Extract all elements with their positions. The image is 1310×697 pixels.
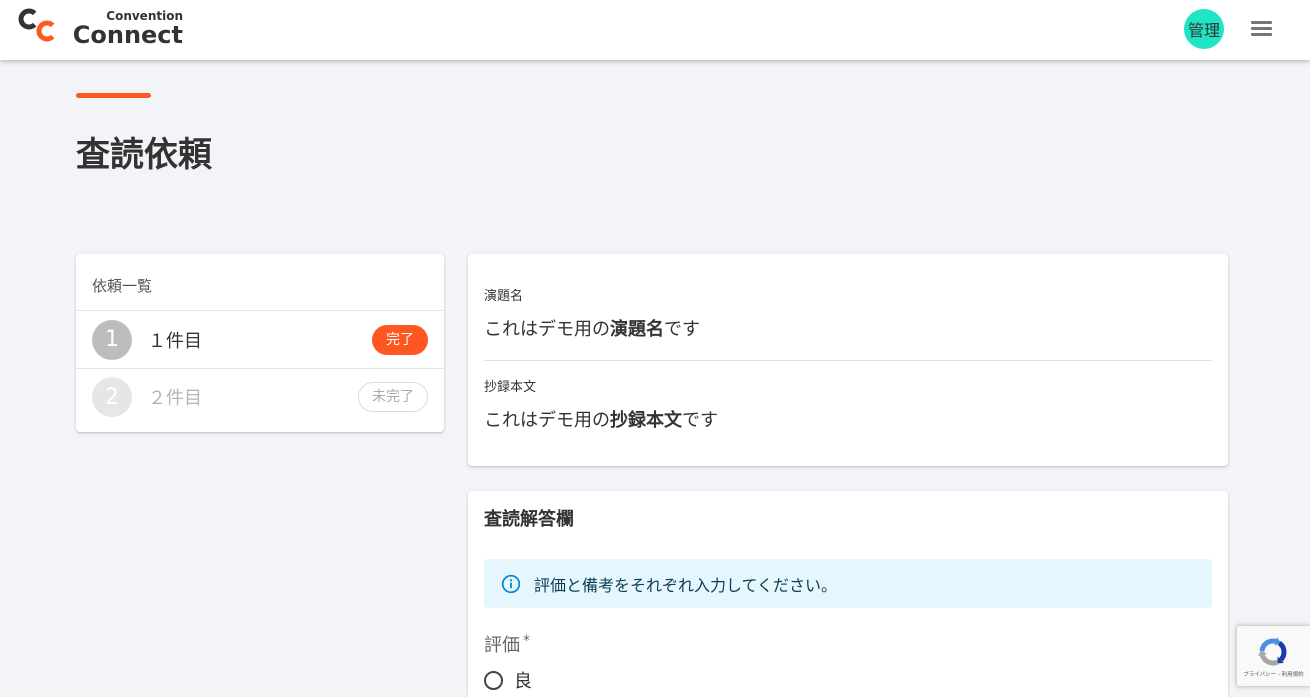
logo-wordmark: Convention Connect: [71, 9, 183, 47]
value-prefix: これはデモ用の: [484, 410, 610, 431]
abstract-body-section: 抄録本文 これはデモ用の抄録本文です: [484, 361, 1212, 435]
item-number-avatar: 2: [92, 377, 132, 417]
page-title: 査読依頼: [76, 135, 212, 175]
recaptcha-badge: プライバシー - 利用規約: [1237, 626, 1310, 686]
info-icon: [501, 574, 521, 593]
logo-mark-icon: [18, 8, 55, 42]
review-form-card: 査読解答欄 評価と備考をそれぞれ入力してください。 評価 * 良: [468, 491, 1228, 697]
abstract-body-value: これはデモ用の抄録本文です: [484, 407, 1212, 435]
menu-line: [1251, 33, 1272, 36]
menu-line: [1251, 21, 1272, 24]
rating-label-text: 評価: [484, 635, 520, 656]
rating-option-good[interactable]: 良: [484, 668, 1212, 692]
request-list-card: 依頼一覧 1 １件目 完了 2 ２件目 未完了: [76, 254, 444, 432]
info-alert: 評価と備考をそれぞれ入力してください。: [484, 559, 1212, 608]
value-prefix: これはデモ用の: [484, 319, 610, 340]
app-logo[interactable]: Convention Connect: [18, 5, 188, 51]
recaptcha-terms-link[interactable]: 利用規約: [1282, 672, 1304, 678]
menu-line: [1251, 27, 1272, 30]
review-form-heading: 査読解答欄: [484, 509, 574, 530]
status-badge: 完了: [372, 324, 428, 355]
recaptcha-logo-icon: [1258, 637, 1287, 666]
request-list-item-1[interactable]: 1 １件目 完了: [76, 311, 444, 368]
hamburger-menu-icon[interactable]: [1248, 16, 1276, 42]
value-bold: 抄録本文: [610, 410, 682, 431]
info-alert-message: 評価と備考をそれぞれ入力してください。: [534, 575, 838, 595]
logo-line-connect: Connect: [72, 21, 183, 49]
abstract-body-label: 抄録本文: [484, 380, 537, 395]
item-label: ２件目: [148, 388, 202, 409]
value-bold: 演題名: [610, 319, 664, 340]
status-badge: 未完了: [358, 382, 428, 412]
recaptcha-links: プライバシー - 利用規約: [1237, 672, 1310, 679]
rating-field-label: 評価 *: [484, 634, 1212, 658]
user-avatar[interactable]: 管理: [1184, 9, 1224, 49]
recaptcha-privacy-link[interactable]: プライバシー: [1243, 672, 1276, 678]
required-mark: *: [523, 633, 530, 649]
request-list-heading: 依頼一覧: [76, 254, 444, 311]
abstract-card: 演題名 これはデモ用の演題名です 抄録本文 これはデモ用の抄録本文です: [468, 254, 1228, 466]
radio-button[interactable]: [484, 670, 503, 690]
request-list-item-2[interactable]: 2 ２件目 未完了: [76, 368, 444, 425]
abstract-title-value: これはデモ用の演題名です: [484, 316, 1212, 344]
app-header: Convention Connect 管理: [0, 0, 1310, 60]
item-number-avatar: 1: [92, 319, 132, 360]
title-accent-bar: [76, 93, 151, 98]
abstract-title-label: 演題名: [484, 289, 524, 304]
abstract-title-section: 演題名 これはデモ用の演題名です: [484, 254, 1212, 361]
radio-option-label: 良: [514, 671, 532, 692]
value-suffix: です: [682, 410, 718, 431]
value-suffix: です: [664, 319, 700, 340]
item-label: １件目: [148, 330, 202, 352]
